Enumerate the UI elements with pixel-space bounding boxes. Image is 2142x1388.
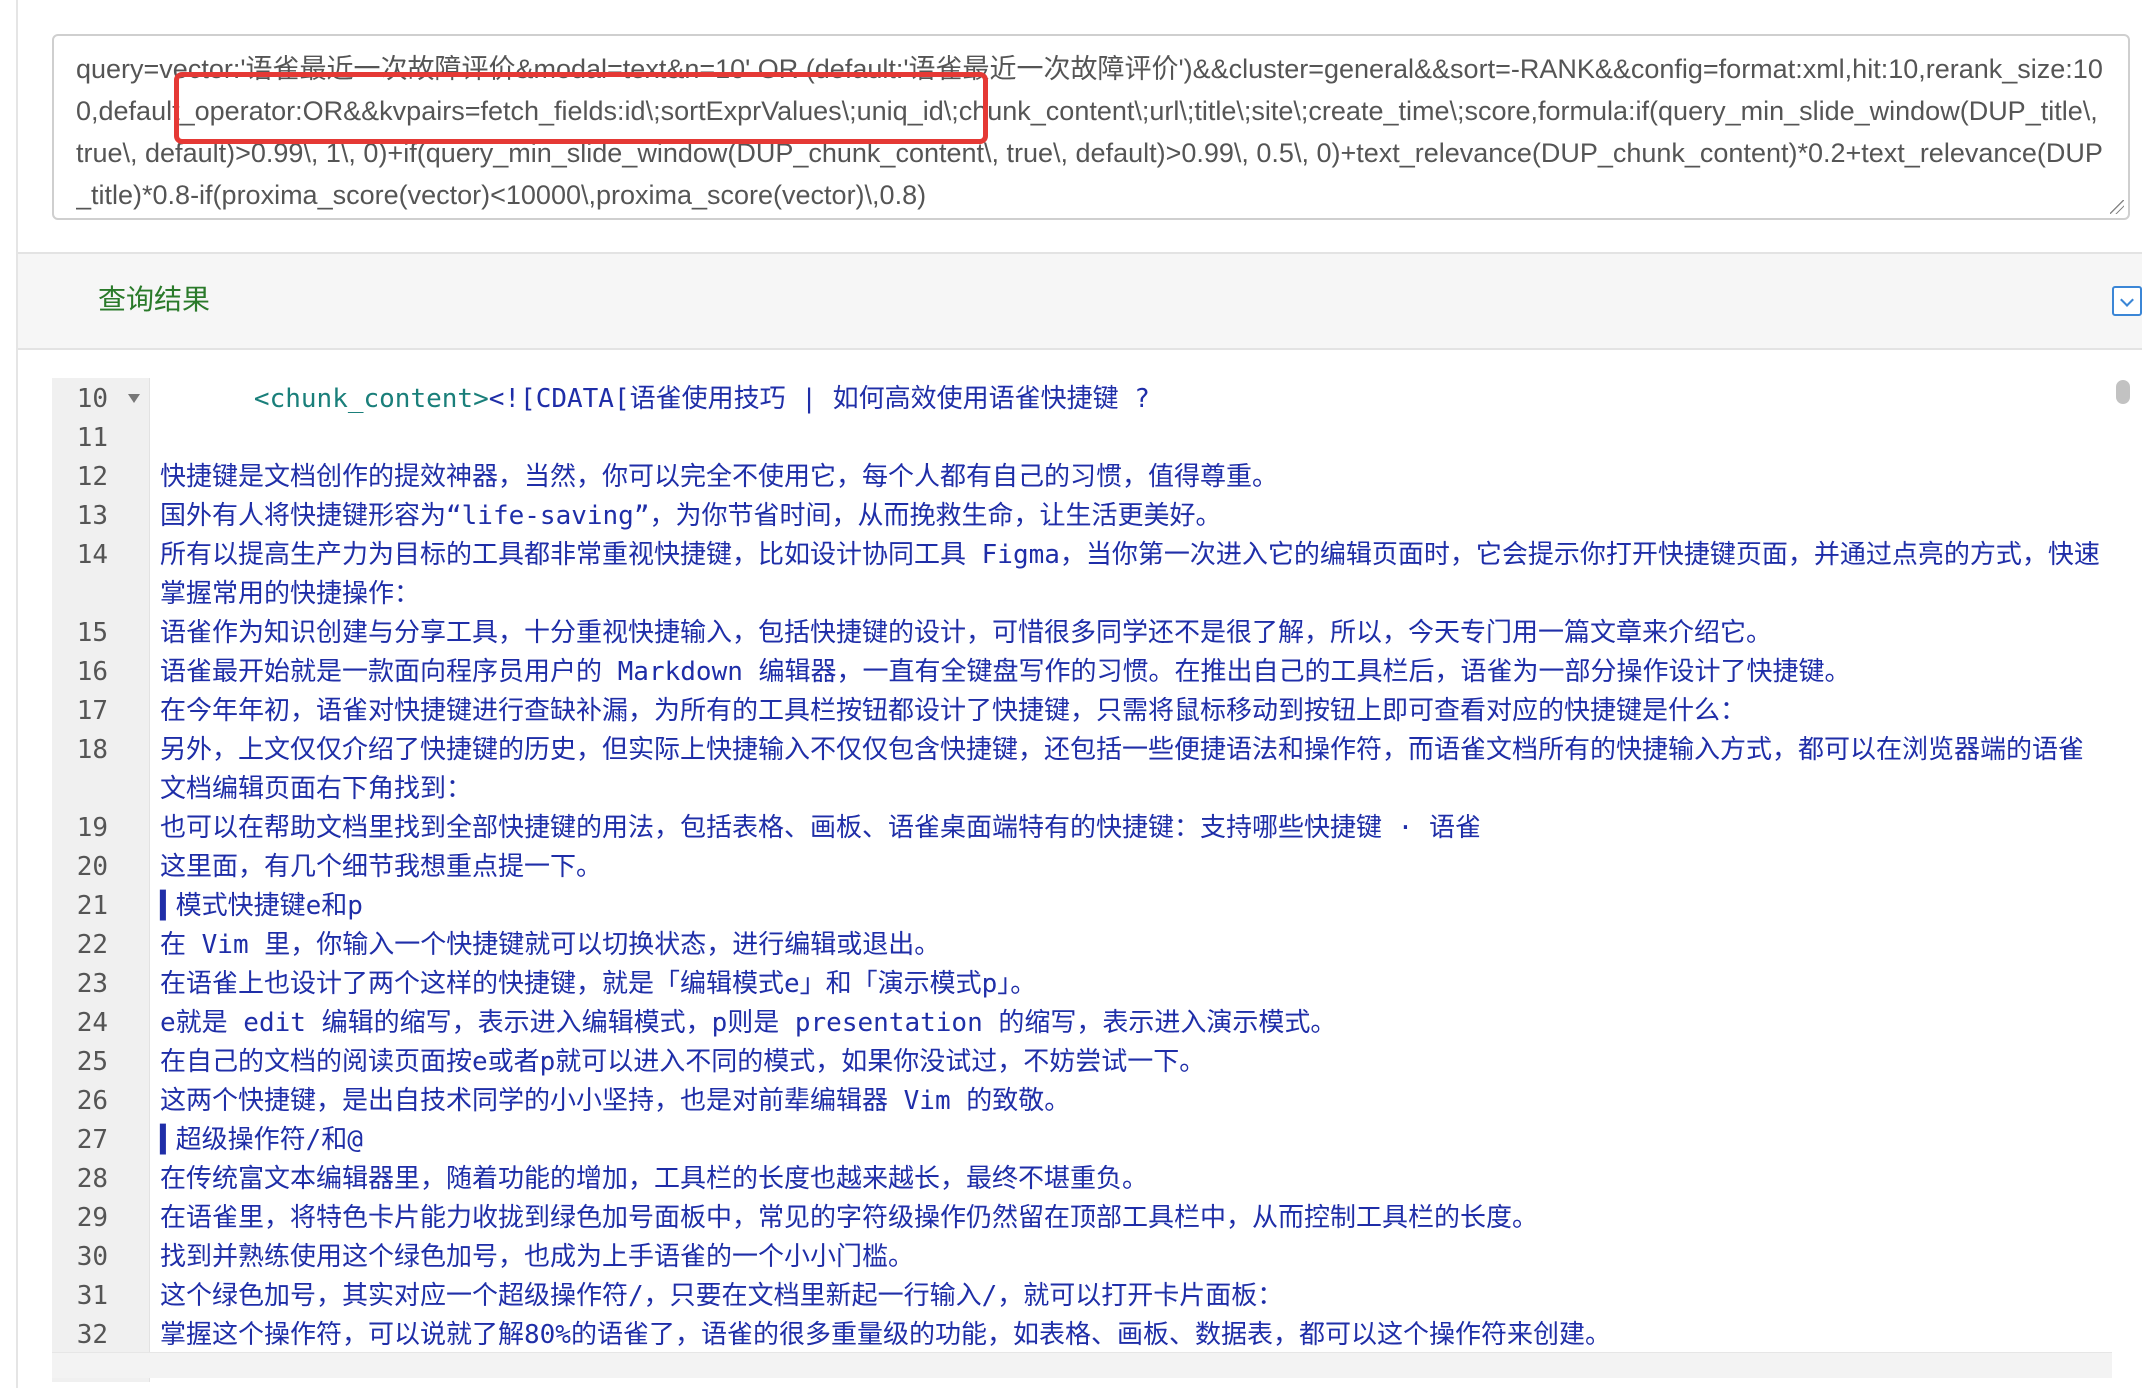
collapse-button[interactable]: [2112, 286, 2142, 316]
code-line: 24 e就是 edit 编辑的缩写，表示进入编辑模式，p则是 presentati…: [52, 1004, 2112, 1043]
code-line: 22 在 Vim 里，你输入一个快捷键就可以切换状态，进行编辑或退出。: [52, 926, 2112, 965]
code-line-text: 所有以提高生产力为目标的工具都非常重视快捷键，比如设计协同工具 Figma，当你…: [160, 540, 2100, 609]
line-number: 12: [76, 462, 108, 492]
line-number: 32: [76, 1320, 108, 1350]
line-number: 15: [76, 618, 108, 648]
code-line: 19 也可以在帮助文档里找到全部快捷键的用法，包括表格、画板、语雀桌面端特有的快捷…: [52, 809, 2112, 848]
code-line-text: 这里面，有几个细节我想重点提一下。: [160, 852, 603, 882]
code-line: 27 ▍超级操作符/和@: [52, 1121, 2112, 1160]
code-line: 31 这个绿色加号，其实对应一个超级操作符/，只要在文档里新起一行输入/，就可以打…: [52, 1277, 2112, 1316]
code-line-text: 在传统富文本编辑器里，随着功能的增加，工具栏的长度也越来越长，最终不堪重负。: [160, 1164, 1149, 1194]
code-line-text: 也可以在帮助文档里找到全部快捷键的用法，包括表格、画板、语雀桌面端特有的快捷键：…: [160, 813, 1481, 843]
line-number: 18: [76, 735, 108, 765]
results-header: 查询结果: [18, 254, 2142, 348]
line-number: 29: [76, 1203, 108, 1233]
line-number: 28: [76, 1164, 108, 1194]
code-line: 25 在自己的文档的阅读页面按e或者p就可以进入不同的模式，如果你没试过，不妨尝试…: [52, 1043, 2112, 1082]
vertical-scrollbar[interactable]: [2112, 378, 2134, 1382]
code-line: 14 所有以提高生产力为目标的工具都非常重视快捷键，比如设计协同工具 Figma，…: [52, 536, 2112, 614]
code-line-text: 在 Vim 里，你输入一个快捷键就可以切换状态，进行编辑或退出。: [160, 930, 941, 960]
resize-grip-icon[interactable]: [2110, 200, 2124, 214]
line-number: 30: [76, 1242, 108, 1272]
code-line: 23 在语雀上也设计了两个这样的快捷键，就是「编辑模式e」和「演示模式p」。: [52, 965, 2112, 1004]
code-line-text: <chunk_content><![CDATA[语雀使用技巧 | 如何高效使用语…: [160, 380, 2100, 419]
code-line: 12 快捷键是文档创作的提效神器，当然，你可以完全不使用它，每个人都有自己的习惯，…: [52, 458, 2112, 497]
line-number: 14: [76, 540, 108, 570]
code-line-text: 这个绿色加号，其实对应一个超级操作符/，只要在文档里新起一行输入/，就可以打开卡…: [160, 1281, 1284, 1311]
code-line-text: 快捷键是文档创作的提效神器，当然，你可以完全不使用它，每个人都有自己的习惯，值得…: [160, 462, 1279, 492]
line-number: 27: [76, 1125, 108, 1155]
line-number: 24: [76, 1008, 108, 1038]
code-line: 26 这两个快捷键，是出自技术同学的小小坚持，也是对前辈编辑器 Vim 的致敬。: [52, 1082, 2112, 1121]
line-number: 21: [76, 891, 108, 921]
left-divider: [16, 0, 18, 1388]
line-number: 20: [76, 852, 108, 882]
code-line-text: e就是 edit 编辑的缩写，表示进入编辑模式，p则是 presentation…: [160, 1008, 1337, 1038]
code-line-text: 语雀最开始就是一款面向程序员用户的 Markdown 编辑器，一直有全键盘写作的…: [160, 657, 1851, 687]
line-number: 10: [76, 384, 108, 414]
code-line-text: 在语雀里，将特色卡片能力收拢到绿色加号面板中，常见的字符级操作仍然留在顶部工具栏…: [160, 1203, 1539, 1233]
code-line: 17 在今年年初，语雀对快捷键进行查缺补漏，为所有的工具栏按钮都设计了快捷键，只需…: [52, 692, 2112, 731]
code-line-text: 在自己的文档的阅读页面按e或者p就可以进入不同的模式，如果你没试过，不妨尝试一下…: [160, 1047, 1206, 1077]
line-number: 16: [76, 657, 108, 687]
code-line: 11: [52, 419, 2112, 458]
code-line-text: ▍模式快捷键e和p: [160, 891, 363, 921]
code-line: 28 在传统富文本编辑器里，随着功能的增加，工具栏的长度也越来越长，最终不堪重负。: [52, 1160, 2112, 1199]
code-editor[interactable]: 10 <chunk_content><![CDATA[语雀使用技巧 | 如何高效…: [52, 378, 2112, 1382]
line-number: 23: [76, 969, 108, 999]
code-line-text: 这两个快捷键，是出自技术同学的小小坚持，也是对前辈编辑器 Vim 的致敬。: [160, 1086, 1071, 1116]
line-number: 22: [76, 930, 108, 960]
line-number: 13: [76, 501, 108, 531]
code-line: 29 在语雀里，将特色卡片能力收拢到绿色加号面板中，常见的字符级操作仍然留在顶部工…: [52, 1199, 2112, 1238]
line-number: 25: [76, 1047, 108, 1077]
line-number: 11: [76, 423, 108, 453]
code-line: 16 语雀最开始就是一款面向程序员用户的 Markdown 编辑器，一直有全键盘写…: [52, 653, 2112, 692]
line-number: 17: [76, 696, 108, 726]
page: query=vector:'语雀最近一次故障评价&modal=text&n=10…: [0, 0, 2142, 1388]
divider: [18, 348, 2142, 350]
line-number: 31: [76, 1281, 108, 1311]
code-line: 21 ▍模式快捷键e和p: [52, 887, 2112, 926]
code-line: 30 找到并熟练使用这个绿色加号，也成为上手语雀的一个小小门槛。: [52, 1238, 2112, 1277]
code-line: 18 另外，上文仅仅介绍了快捷键的历史，但实际上快捷输入不仅仅包含快捷键，还包括一…: [52, 731, 2112, 809]
code-line: 20 这里面，有几个细节我想重点提一下。: [52, 848, 2112, 887]
code-line: 13 国外有人将快捷键形容为“life-saving”，为你节省时间，从而挽救生命…: [52, 497, 2112, 536]
code-line: 32 掌握这个操作符，可以说就了解80%的语雀了，语雀的很多重量级的功能，如表格、…: [52, 1316, 2112, 1355]
code-line-text: ▍超级操作符/和@: [160, 1125, 363, 1155]
line-number: 19: [76, 813, 108, 843]
horizontal-scrollbar[interactable]: [52, 1352, 2112, 1378]
code-line-text: 掌握这个操作符，可以说就了解80%的语雀了，语雀的很多重量级的功能，如表格、画板…: [160, 1320, 1611, 1350]
config-highlight-annotation: [174, 72, 988, 144]
code-line-text: 找到并熟练使用这个绿色加号，也成为上手语雀的一个小小门槛。: [160, 1242, 915, 1272]
xml-tag: <chunk_content>: [160, 384, 489, 414]
chevron-down-icon: [2120, 293, 2134, 307]
code-line: 10 <chunk_content><![CDATA[语雀使用技巧 | 如何高效…: [52, 380, 2112, 419]
code-line-text: 另外，上文仅仅介绍了快捷键的历史，但实际上快捷输入不仅仅包含快捷键，还包括一些便…: [160, 735, 2085, 804]
code-line: 15 语雀作为知识创建与分享工具，十分重视快捷输入，包括快捷键的设计，可惜很多同学…: [52, 614, 2112, 653]
line-number: 26: [76, 1086, 108, 1116]
results-title: 查询结果: [98, 283, 211, 316]
code-line-text: 在今年年初，语雀对快捷键进行查缺补漏，为所有的工具栏按钮都设计了快捷键，只需将鼠…: [160, 696, 1747, 726]
scrollbar-thumb[interactable]: [2116, 380, 2130, 404]
cdata-text: <![CDATA[语雀使用技巧 | 如何高效使用语雀快捷键 ?: [488, 384, 1150, 414]
fold-toggle-icon[interactable]: [128, 394, 140, 403]
code-line-text: 在语雀上也设计了两个这样的快捷键，就是「编辑模式e」和「演示模式p」。: [160, 969, 1037, 999]
code-line-text: 国外有人将快捷键形容为“life-saving”，为你节省时间，从而挽救生命，让…: [160, 501, 1222, 531]
code-line-text: 语雀作为知识创建与分享工具，十分重视快捷输入，包括快捷键的设计，可惜很多同学还不…: [160, 618, 1773, 648]
